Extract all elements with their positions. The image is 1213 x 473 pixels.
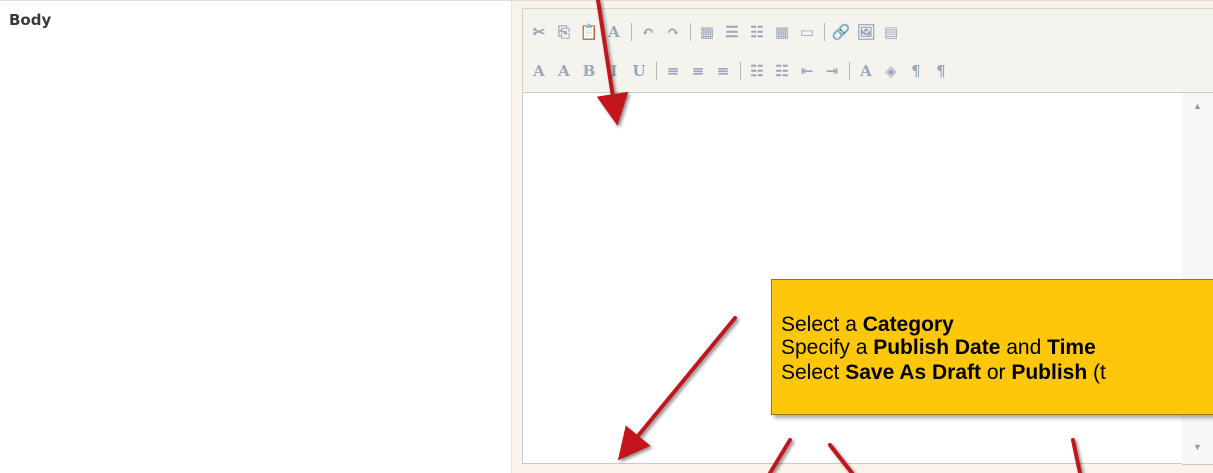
arrow-to-publish-date	[768, 438, 792, 473]
arrow-to-time	[828, 443, 854, 473]
arrow-to-editor	[596, 0, 629, 126]
annotation-arrows	[596, 0, 1082, 473]
arrow-to-save-buttons	[1071, 438, 1082, 473]
arrow-to-category	[617, 316, 737, 461]
